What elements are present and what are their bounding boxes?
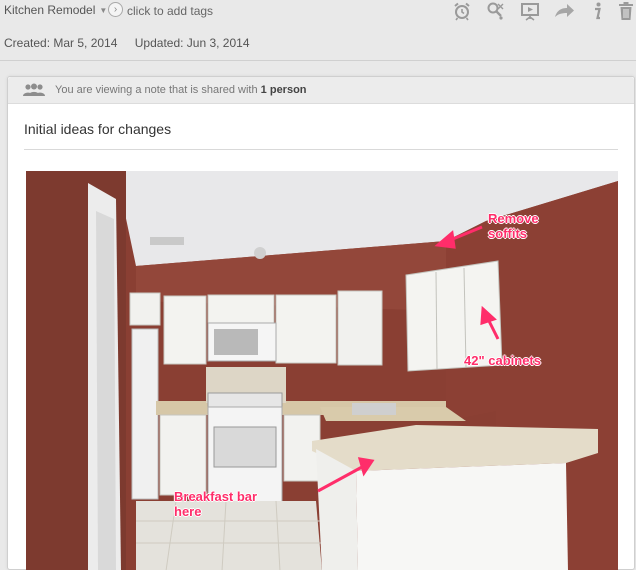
share-icon[interactable] xyxy=(552,0,576,22)
annotation-remove-soffits: Remove soffits xyxy=(488,211,539,241)
note-metadata: Created: Mar 5, 2014 Updated: Jun 3, 201… xyxy=(4,36,264,50)
find-icon[interactable] xyxy=(484,0,508,22)
share-message-prefix: You are viewing a note that is shared wi… xyxy=(55,84,258,96)
alarm-icon[interactable] xyxy=(450,0,474,22)
annotation-cabinets: 42" cabinets xyxy=(464,353,541,368)
info-icon[interactable] xyxy=(585,0,609,22)
notebook-name: Kitchen Remodel xyxy=(4,3,96,17)
kitchen-photo[interactable]: Remove soffits 42" cabinets Breakfast ba… xyxy=(26,171,618,570)
share-count[interactable]: 1 person xyxy=(261,84,307,96)
share-message: You are viewing a note that is shared wi… xyxy=(55,84,307,96)
add-tag-icon[interactable]: › xyxy=(108,2,123,17)
annotation-line: soffits xyxy=(488,226,527,241)
annotation-line: here xyxy=(174,504,202,519)
note-header: Kitchen Remodel ▼ › click to add tags xyxy=(0,0,636,24)
header-divider xyxy=(0,60,636,61)
chevron-down-icon: ▼ xyxy=(99,5,108,15)
updated-date: Updated: Jun 3, 2014 xyxy=(134,36,250,50)
note-title[interactable]: Initial ideas for changes xyxy=(24,121,171,137)
tag-input[interactable]: click to add tags xyxy=(127,4,213,18)
annotation-breakfast-bar: Breakfast bar here xyxy=(174,489,257,519)
trash-icon[interactable] xyxy=(614,0,636,22)
people-icon xyxy=(22,83,46,100)
presentation-icon[interactable] xyxy=(518,0,542,22)
created-date: Created: Mar 5, 2014 xyxy=(4,36,118,50)
note-card: You are viewing a note that is shared wi… xyxy=(7,76,635,570)
title-divider xyxy=(24,149,618,150)
annotation-line: Remove xyxy=(488,211,539,226)
notebook-selector[interactable]: Kitchen Remodel ▼ xyxy=(4,3,107,17)
shared-note-banner: You are viewing a note that is shared wi… xyxy=(8,77,634,104)
annotation-line: Breakfast bar xyxy=(174,489,258,504)
